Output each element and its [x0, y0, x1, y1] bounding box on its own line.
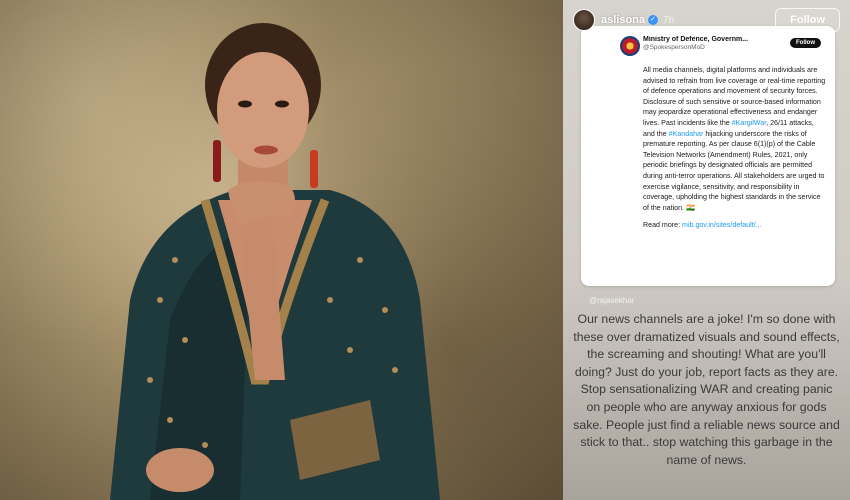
- lips: [254, 145, 278, 155]
- story-caption-text: Our news channels are a joke! I'm so don…: [573, 312, 840, 467]
- portrait-illustration: [110, 23, 440, 500]
- verified-badge-icon: ✓: [648, 15, 659, 25]
- tweet-text-segment: hijacking underscore the risks of premat…: [643, 129, 825, 212]
- story-panel: Ministry of Defence, Governm... @Spokesp…: [563, 0, 850, 500]
- post-timestamp: 7h: [663, 14, 675, 26]
- hashtag-link[interactable]: #Kandahar: [669, 130, 704, 138]
- story-username[interactable]: aslisona: [601, 14, 645, 26]
- follow-button[interactable]: Follow: [775, 8, 840, 32]
- story-header: aslisona ✓ 7h Follow: [563, 0, 850, 40]
- embedded-tweet-card[interactable]: Ministry of Defence, Governm... @Spokesp…: [581, 26, 835, 286]
- tweet-read-more: Read more: mib.gov.in/sites/default/...: [643, 221, 825, 229]
- read-more-link[interactable]: mib.gov.in/sites/default/...: [682, 221, 762, 229]
- story-mention-handle: @rajasekhar: [589, 296, 635, 305]
- right-eye: [275, 100, 289, 108]
- hashtag-link[interactable]: #KargilWar: [732, 119, 766, 127]
- tweet-body-text: All media channels, digital platforms an…: [643, 65, 827, 213]
- lower-hand: [146, 448, 214, 492]
- left-earring: [213, 140, 221, 182]
- left-eye: [238, 100, 252, 108]
- tweet-text-segment: All media channels, digital platforms an…: [643, 66, 826, 127]
- read-more-label: Read more:: [643, 221, 683, 230]
- right-earring: [310, 150, 318, 188]
- portrait-photo: [0, 0, 563, 500]
- avatar[interactable]: [573, 9, 595, 31]
